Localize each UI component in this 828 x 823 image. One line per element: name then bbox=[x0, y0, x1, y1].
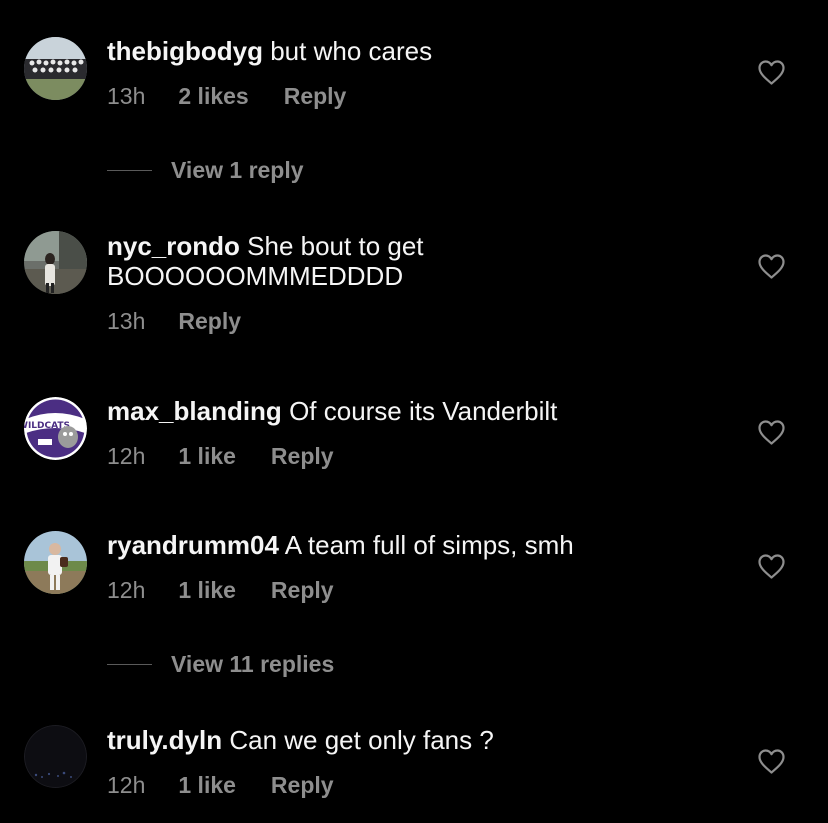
comment-body: but who cares bbox=[270, 36, 433, 66]
reply-button[interactable]: Reply bbox=[271, 443, 334, 470]
likes-count[interactable]: 1 like bbox=[178, 577, 236, 604]
username-link[interactable]: max_blanding bbox=[107, 396, 282, 426]
comment-text: max_blanding Of course its Vanderbilt bbox=[107, 396, 707, 426]
comment-text: truly.dyln Can we get only fans ? bbox=[107, 725, 707, 755]
avatar[interactable] bbox=[24, 231, 87, 294]
username-link[interactable]: thebigbodyg bbox=[107, 36, 263, 66]
reply-button[interactable]: Reply bbox=[271, 772, 334, 799]
comments-list: thebigbodyg but who cares 13h 2 likes Re… bbox=[0, 0, 828, 823]
divider-line bbox=[107, 663, 152, 666]
comment-meta: 12h 1 like Reply bbox=[107, 772, 707, 799]
username-link[interactable]: nyc_rondo bbox=[107, 231, 240, 261]
heart-outline-icon[interactable] bbox=[758, 60, 785, 85]
view-replies-button[interactable]: View 1 reply bbox=[107, 157, 304, 184]
view-replies-label[interactable]: View 1 reply bbox=[171, 157, 304, 184]
timestamp[interactable]: 13h bbox=[107, 308, 145, 335]
heart-outline-icon[interactable] bbox=[758, 554, 785, 579]
comment-meta: 12h 1 like Reply bbox=[107, 443, 707, 470]
view-replies-label[interactable]: View 11 replies bbox=[171, 651, 334, 678]
comment-meta: 13h Reply bbox=[107, 308, 707, 335]
username-link[interactable]: ryandrumm04 bbox=[107, 530, 279, 560]
comment-text: nyc_rondo She bout to get BOOOOOOMMMEDDD… bbox=[107, 231, 707, 291]
reply-button[interactable]: Reply bbox=[284, 83, 347, 110]
heart-outline-icon[interactable] bbox=[758, 420, 785, 445]
reply-button[interactable]: Reply bbox=[178, 308, 241, 335]
comment-text: thebigbodyg but who cares bbox=[107, 36, 707, 66]
username-link[interactable]: truly.dyln bbox=[107, 725, 222, 755]
likes-count[interactable]: 1 like bbox=[178, 772, 236, 799]
timestamp[interactable]: 12h bbox=[107, 772, 145, 799]
timestamp[interactable]: 13h bbox=[107, 83, 145, 110]
timestamp[interactable]: 12h bbox=[107, 443, 145, 470]
avatar[interactable] bbox=[24, 531, 87, 594]
heart-outline-icon[interactable] bbox=[758, 749, 785, 774]
heart-outline-icon[interactable] bbox=[758, 254, 785, 279]
avatar[interactable] bbox=[24, 37, 87, 100]
divider-line bbox=[107, 169, 152, 172]
comment-text: ryandrumm04 A team full of simps, smh bbox=[107, 530, 707, 560]
likes-count[interactable]: 2 likes bbox=[178, 83, 248, 110]
likes-count[interactable]: 1 like bbox=[178, 443, 236, 470]
comment-body: Of course its Vanderbilt bbox=[289, 396, 558, 426]
timestamp[interactable]: 12h bbox=[107, 577, 145, 604]
avatar[interactable]: WILDCATS bbox=[24, 397, 87, 460]
comment-meta: 12h 1 like Reply bbox=[107, 577, 707, 604]
comment-body: A team full of simps, smh bbox=[284, 530, 574, 560]
view-replies-button[interactable]: View 11 replies bbox=[107, 651, 334, 678]
comment-meta: 13h 2 likes Reply bbox=[107, 83, 707, 110]
reply-button[interactable]: Reply bbox=[271, 577, 334, 604]
avatar[interactable] bbox=[24, 725, 87, 788]
comment-body: Can we get only fans ? bbox=[229, 725, 494, 755]
